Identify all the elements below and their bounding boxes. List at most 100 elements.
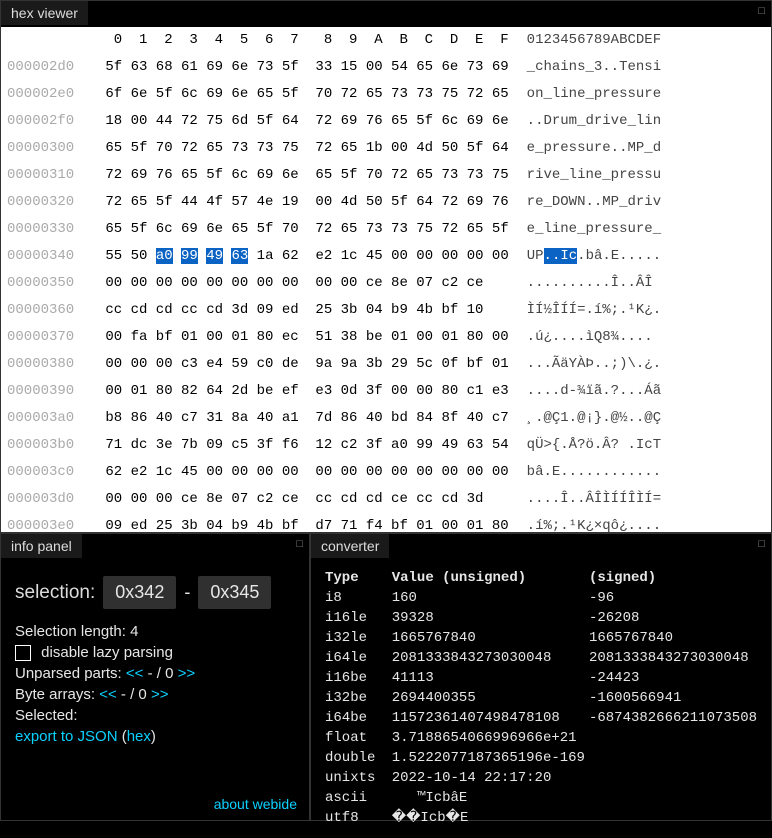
hex-row[interactable]: 000003c0 62 e2 1c 45 00 00 00 00 00 00 0… <box>1 459 771 486</box>
hex-bytes[interactable]: 72 69 76 65 5f 6c 69 6e 65 5f 70 72 65 7… <box>97 162 509 189</box>
hex-ascii[interactable]: re_DOWN..MP_driv <box>509 189 661 216</box>
conv-value-signed <box>589 808 757 828</box>
hex-ascii[interactable]: ¸.@Ç1.@¡}.@½..@Ç <box>509 405 661 432</box>
hex-address: 00000310 <box>1 162 97 189</box>
hex-bytes[interactable]: 00 00 00 ce 8e 07 c2 ce cc cd cd ce cc c… <box>97 486 509 513</box>
hex-ascii[interactable]: qÜ>{.Å?ö.Â? .IcT <box>509 432 661 459</box>
hex-bytes[interactable]: 72 65 5f 44 4f 57 4e 19 00 4d 50 5f 64 7… <box>97 189 509 216</box>
unparsed-prev[interactable]: << <box>126 665 144 682</box>
hex-bytes[interactable]: 00 01 80 82 64 2d be ef e3 0d 3f 00 00 8… <box>97 378 509 405</box>
conv-type: i16be <box>325 668 392 688</box>
hex-row[interactable]: 00000300 65 5f 70 72 65 73 73 75 72 65 1… <box>1 135 771 162</box>
hex-ascii[interactable]: _chains_3..Tensi <box>509 54 661 81</box>
hex-bytes[interactable]: 00 fa bf 01 00 01 80 ec 51 38 be 01 00 0… <box>97 324 509 351</box>
converter-tab[interactable]: converter <box>311 534 389 558</box>
hex-row[interactable]: 000002f0 18 00 44 72 75 6d 5f 64 72 69 7… <box>1 108 771 135</box>
hex-row[interactable]: 00000330 65 5f 6c 69 6e 65 5f 70 72 65 7… <box>1 216 771 243</box>
hex-row[interactable]: 00000390 00 01 80 82 64 2d be ef e3 0d 3… <box>1 378 771 405</box>
conv-row: i32be2694400355-1600566941 <box>325 688 757 708</box>
hex-ascii[interactable]: bâ.E............ <box>509 459 661 486</box>
conv-type: ascii <box>325 788 392 808</box>
conv-type: unixts <box>325 768 392 788</box>
panel-maximize-icon[interactable]: □ <box>758 5 765 17</box>
hex-ascii[interactable]: ..........Î..ÂÎ <box>509 270 653 297</box>
disable-lazy-label: disable lazy parsing <box>41 644 173 661</box>
conv-value-unsigned: 1.5222077187365196e-169 <box>392 748 589 768</box>
hex-row[interactable]: 00000310 72 69 76 65 5f 6c 69 6e 65 5f 7… <box>1 162 771 189</box>
hex-bytes[interactable]: 18 00 44 72 75 6d 5f 64 72 69 76 65 5f 6… <box>97 108 509 135</box>
hex-row[interactable]: 000003b0 71 dc 3e 7b 09 c5 3f f6 12 c2 3… <box>1 432 771 459</box>
hex-row[interactable]: 00000360 cc cd cd cc cd 3d 09 ed 25 3b 0… <box>1 297 771 324</box>
hex-bytes[interactable]: 65 5f 6c 69 6e 65 5f 70 72 65 73 73 75 7… <box>97 216 509 243</box>
panel-maximize-icon[interactable]: □ <box>296 538 303 550</box>
hex-ascii[interactable]: ..Drum_drive_lin <box>509 108 661 135</box>
hex-row[interactable]: 00000370 00 fa bf 01 00 01 80 ec 51 38 b… <box>1 324 771 351</box>
hex-bytes[interactable]: 62 e2 1c 45 00 00 00 00 00 00 00 00 00 0… <box>97 459 509 486</box>
hex-bytes[interactable]: 55 50 a0 99 49 63 1a 62 e2 1c 45 00 00 0… <box>97 243 509 270</box>
hex-bytes[interactable]: 09 ed 25 3b 04 b9 4b bf d7 71 f4 bf 01 0… <box>97 513 509 532</box>
conv-row: i32le16657678401665767840 <box>325 628 757 648</box>
hex-ascii[interactable]: ....Î..ÂÎÌÍÍÎÌÍ= <box>509 486 661 513</box>
hex-bytes[interactable]: 00 00 00 00 00 00 00 00 00 00 ce 8e 07 c… <box>97 270 509 297</box>
panel-maximize-icon[interactable]: □ <box>758 538 765 550</box>
conv-value-signed <box>589 768 757 788</box>
hex-bytes[interactable]: 5f 63 68 61 69 6e 73 5f 33 15 00 54 65 6… <box>97 54 509 81</box>
hex-address: 00000360 <box>1 297 97 324</box>
conv-row: unixts2022-10-14 22:17:20 <box>325 768 757 788</box>
hex-row[interactable]: 000003e0 09 ed 25 3b 04 b9 4b bf d7 71 f… <box>1 513 771 532</box>
about-webide-link[interactable]: about webide <box>214 796 297 812</box>
bytearrays-prev[interactable]: << <box>99 686 117 703</box>
hex-row[interactable]: 00000350 00 00 00 00 00 00 00 00 00 00 c… <box>1 270 771 297</box>
hex-viewer-tab[interactable]: hex viewer <box>1 1 88 25</box>
conv-type: utf8 <box>325 808 392 828</box>
hex-row[interactable]: 000003d0 00 00 00 ce 8e 07 c2 ce cc cd c… <box>1 486 771 513</box>
info-panel: info panel □ selection: 0x342 - 0x345 Se… <box>0 533 310 821</box>
unparsed-parts-label: Unparsed parts: <box>15 665 122 682</box>
selection-from[interactable]: 0x342 <box>103 576 176 609</box>
conv-value-unsigned: 39328 <box>392 608 589 628</box>
conv-value-signed: -96 <box>589 588 757 608</box>
conv-value-unsigned: 3.7188654066996966e+21 <box>392 728 589 748</box>
hex-ascii[interactable]: on_line_pressure <box>509 81 661 108</box>
disable-lazy-checkbox[interactable] <box>15 645 31 661</box>
hex-row[interactable]: 00000340 55 50 a0 99 49 63 1a 62 e2 1c 4… <box>1 243 771 270</box>
hex-row[interactable]: 000002d0 5f 63 68 61 69 6e 73 5f 33 15 0… <box>1 54 771 81</box>
hex-bytes[interactable]: 6f 6e 5f 6c 69 6e 65 5f 70 72 65 73 73 7… <box>97 81 509 108</box>
selected-label: Selected: <box>15 707 295 724</box>
hex-row[interactable]: 00000380 00 00 00 c3 e4 59 c0 de 9a 9a 3… <box>1 351 771 378</box>
hex-ascii[interactable]: .ú¿....ìQ8¾.... <box>509 324 653 351</box>
hex-row[interactable]: 000002e0 6f 6e 5f 6c 69 6e 65 5f 70 72 6… <box>1 81 771 108</box>
byte-arrays-label: Byte arrays: <box>15 686 95 703</box>
hex-ascii[interactable]: e_pressure..MP_d <box>509 135 661 162</box>
hex-bytes[interactable]: 71 dc 3e 7b 09 c5 3f f6 12 c2 3f a0 99 4… <box>97 432 509 459</box>
hex-ascii[interactable]: ÌÍ½ÎÍÍ=.í%;.¹K¿. <box>509 297 661 324</box>
hex-address: 00000300 <box>1 135 97 162</box>
selection-to[interactable]: 0x345 <box>198 576 271 609</box>
export-json-link[interactable]: export to JSON <box>15 728 118 745</box>
selection-dash: - <box>184 582 190 603</box>
bytearrays-next[interactable]: >> <box>151 686 169 703</box>
hex-scroll-area[interactable]: 0 1 2 3 4 5 6 7 8 9 A B C D E F012345678… <box>1 27 771 532</box>
info-panel-tab[interactable]: info panel <box>1 534 82 558</box>
hex-address: 00000330 <box>1 216 97 243</box>
hex-ascii[interactable]: e_line_pressure_ <box>509 216 661 243</box>
hex-address: 000003e0 <box>1 513 97 532</box>
unparsed-next[interactable]: >> <box>178 665 196 682</box>
hex-ascii[interactable]: .í%;.¹K¿×qô¿.... <box>509 513 661 532</box>
hex-bytes[interactable]: 00 00 00 c3 e4 59 c0 de 9a 9a 3b 29 5c 0… <box>97 351 509 378</box>
hex-bytes[interactable]: 65 5f 70 72 65 73 73 75 72 65 1b 00 4d 5… <box>97 135 509 162</box>
conv-value-signed <box>589 728 757 748</box>
hex-ascii[interactable]: UP..Ic.bâ.E..... <box>509 243 661 270</box>
hex-bytes[interactable]: b8 86 40 c7 31 8a 40 a1 7d 86 40 bd 84 8… <box>97 405 509 432</box>
hex-row[interactable]: 000003a0 b8 86 40 c7 31 8a 40 a1 7d 86 4… <box>1 405 771 432</box>
selection-length-value: 4 <box>130 623 138 640</box>
conv-value-unsigned: 11572361407498478108 <box>392 708 589 728</box>
hex-bytes[interactable]: cc cd cd cc cd 3d 09 ed 25 3b 04 b9 4b b… <box>97 297 509 324</box>
hex-ascii[interactable]: rive_line_pressu <box>509 162 661 189</box>
export-hex-link[interactable]: hex <box>127 728 151 745</box>
hex-address: 000003b0 <box>1 432 97 459</box>
hex-row[interactable]: 00000320 72 65 5f 44 4f 57 4e 19 00 4d 5… <box>1 189 771 216</box>
conv-row: double1.5222077187365196e-169 <box>325 748 757 768</box>
hex-ascii[interactable]: ....d-¾ïã.?...Áã <box>509 378 661 405</box>
hex-ascii[interactable]: ...ÃäYÀÞ..;)\.¿. <box>509 351 661 378</box>
